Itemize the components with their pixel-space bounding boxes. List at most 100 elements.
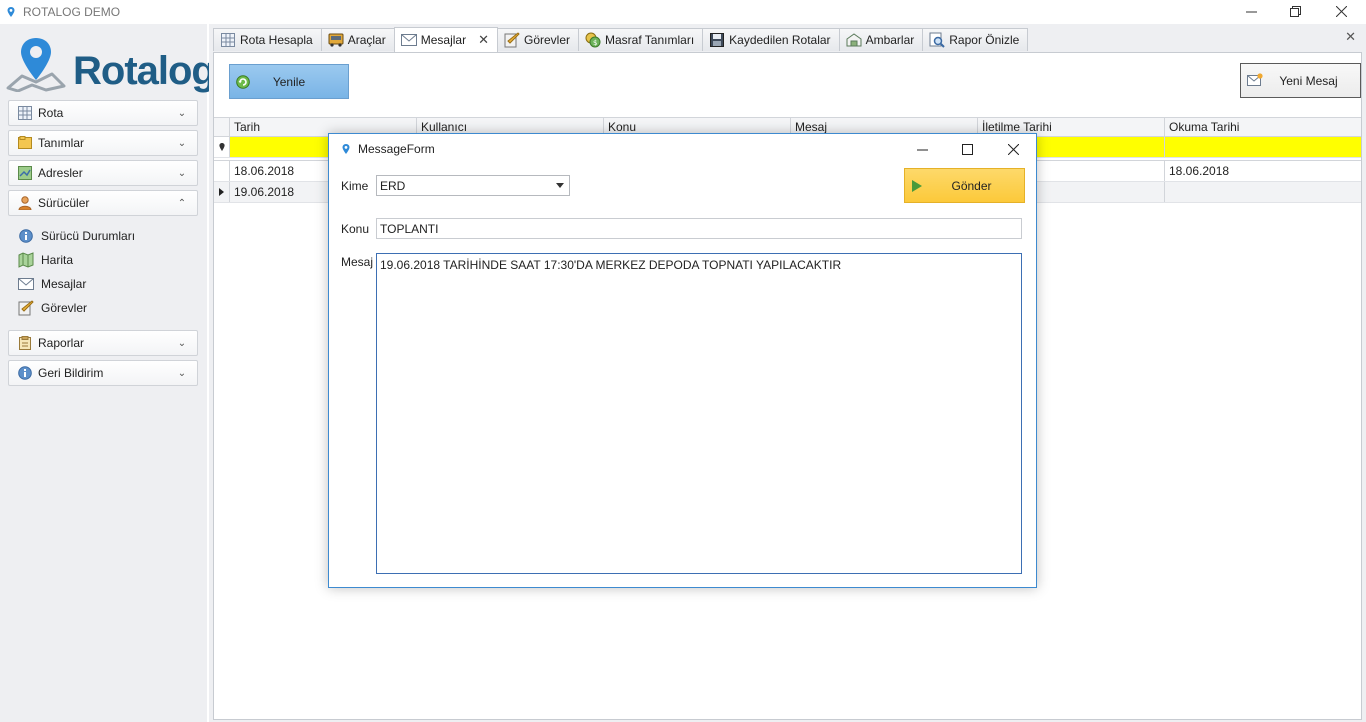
play-icon xyxy=(912,180,922,192)
message-label: Mesaj xyxy=(341,255,374,269)
minimize-icon xyxy=(916,149,928,150)
close-window-button[interactable] xyxy=(1318,0,1364,22)
tab-masraf-tanimlari[interactable]: $ Masraf Tanımları xyxy=(578,28,704,51)
sidebar-item-mesajlar[interactable]: Mesajlar xyxy=(18,274,86,294)
close-panel-icon[interactable]: ✕ xyxy=(1345,29,1356,45)
map-icon xyxy=(18,166,32,180)
row-selected-arrow-icon xyxy=(214,182,230,202)
chevron-down-icon: ⌄ xyxy=(177,337,187,349)
column-header-okuma-tarihi[interactable]: Okuma Tarihi xyxy=(1165,118,1361,136)
nav-group-label: Sürücüler xyxy=(38,196,90,210)
logo-text: Rotalog xyxy=(73,49,216,93)
maximize-icon xyxy=(961,143,973,155)
nav-group-suruculer[interactable]: Sürücüler ⌃ xyxy=(8,190,198,216)
sidebar: Rotalog Rota ⌄ Tanımlar ⌄ Adresler ⌄ Sür… xyxy=(0,24,216,722)
dialog-close-button[interactable] xyxy=(998,138,1028,160)
dropdown-arrow-icon[interactable] xyxy=(556,183,564,188)
nav-group-label: Tanımlar xyxy=(38,136,85,150)
recipient-select[interactable]: ERD xyxy=(376,175,570,196)
truck-icon xyxy=(328,32,344,48)
minimize-icon xyxy=(1245,11,1257,12)
sidebar-item-label: Mesajlar xyxy=(41,277,87,291)
nav-group-tanimlar[interactable]: Tanımlar ⌄ xyxy=(8,130,198,156)
filter-cell[interactable] xyxy=(1165,137,1361,157)
tab-strip: Rota Hesapla Araçlar Mesajlar ✕ Görevler… xyxy=(213,27,1029,52)
map-icon xyxy=(18,252,34,268)
tab-mesajlar[interactable]: Mesajlar ✕ xyxy=(393,27,498,52)
nav-group-rota[interactable]: Rota ⌄ xyxy=(8,100,198,126)
tab-label: Mesajlar xyxy=(420,33,467,47)
subject-label: Konu xyxy=(341,222,370,236)
nav-group-adresler[interactable]: Adresler ⌄ xyxy=(8,160,198,186)
dialog-minimize-button[interactable] xyxy=(907,138,937,160)
new-message-button[interactable]: Yeni Mesaj xyxy=(1240,63,1361,98)
envelope-icon xyxy=(400,32,417,48)
info-icon xyxy=(18,366,32,380)
chevron-down-icon: ⌄ xyxy=(177,367,187,379)
nav-group-label: Raporlar xyxy=(38,336,85,350)
chevron-down-icon: ⌄ xyxy=(177,167,187,179)
svg-text:$: $ xyxy=(593,39,597,47)
nav-group-label: Geri Bildirim xyxy=(38,366,104,380)
tab-rapor-onizle[interactable]: Rapor Önizle xyxy=(922,28,1029,51)
sidebar-item-label: Harita xyxy=(41,253,74,267)
close-icon xyxy=(1007,143,1019,155)
tab-label: Araçlar xyxy=(347,33,386,47)
cell-okuma-tarihi[interactable] xyxy=(1165,182,1361,202)
message-form-dialog: MessageForm Kime ERD Gönder Konu TOPLANT… xyxy=(328,133,1037,588)
recipient-value: ERD xyxy=(380,178,406,193)
refresh-button[interactable]: Yenile xyxy=(229,64,349,99)
driver-icon xyxy=(18,196,32,210)
filter-pin-icon xyxy=(214,137,230,157)
task-icon xyxy=(504,32,520,48)
sidebar-item-gorevler[interactable]: Görevler xyxy=(18,298,87,318)
tab-label: Kaydedilen Rotalar xyxy=(729,33,831,47)
cell-okuma-tarihi[interactable]: 18.06.2018 xyxy=(1165,161,1361,181)
tab-label: Görevler xyxy=(524,33,571,47)
tab-ambarlar[interactable]: Ambarlar xyxy=(838,28,924,51)
sidebar-item-surucu-durumlari[interactable]: Sürücü Durumları xyxy=(18,226,135,246)
envelope-icon xyxy=(18,276,34,292)
tab-label: Ambarlar xyxy=(865,33,915,47)
new-message-icon xyxy=(1247,73,1263,86)
tab-rota-hesapla[interactable]: Rota Hesapla xyxy=(213,28,322,51)
app-pin-icon xyxy=(342,144,350,154)
minimize-button[interactable] xyxy=(1228,0,1274,22)
tab-label: Rota Hesapla xyxy=(240,33,313,47)
chevron-up-icon: ⌃ xyxy=(177,197,187,209)
task-icon xyxy=(18,300,34,316)
coins-icon: $ xyxy=(585,32,601,48)
send-button[interactable]: Gönder xyxy=(904,168,1025,203)
tab-kaydedilen-rotalar[interactable]: Kaydedilen Rotalar xyxy=(702,28,840,51)
nav-group-label: Rota xyxy=(38,106,64,120)
app-logo: Rotalog xyxy=(6,32,216,93)
dialog-maximize-button[interactable] xyxy=(952,138,982,160)
logo-pin-icon xyxy=(6,38,66,92)
nav-group-geri-bildirim[interactable]: Geri Bildirim ⌄ xyxy=(8,360,198,386)
chevron-down-icon: ⌄ xyxy=(177,137,187,149)
app-pin-icon xyxy=(7,7,15,17)
close-tab-icon[interactable]: ✕ xyxy=(478,32,489,48)
warehouse-icon xyxy=(846,32,862,48)
nav-group-label: Adresler xyxy=(38,166,83,180)
refresh-icon xyxy=(236,75,250,89)
window-titlebar: ROTALOG DEMO xyxy=(0,0,1366,24)
to-label: Kime xyxy=(341,179,369,193)
nav-group-raporlar[interactable]: Raporlar ⌄ xyxy=(8,330,198,356)
message-textarea[interactable]: 19.06.2018 TARİHİNDE SAAT 17:30'DA MERKE… xyxy=(376,253,1022,574)
tab-gorevler[interactable]: Görevler xyxy=(497,28,580,51)
tab-label: Masraf Tanımları xyxy=(605,33,695,47)
subject-input[interactable]: TOPLANTI xyxy=(376,218,1022,239)
close-icon xyxy=(1335,5,1347,17)
tab-araclar[interactable]: Araçlar xyxy=(320,28,395,51)
folder-icon xyxy=(18,136,32,150)
save-icon xyxy=(709,32,725,48)
sidebar-item-label: Görevler xyxy=(41,301,88,315)
restore-button[interactable] xyxy=(1272,0,1318,22)
preview-icon xyxy=(929,32,945,48)
header-indicator xyxy=(214,118,230,136)
window-title: ROTALOG DEMO xyxy=(23,5,121,19)
sidebar-item-harita[interactable]: Harita xyxy=(18,250,73,270)
clipboard-icon xyxy=(18,336,32,350)
dialog-title: MessageForm xyxy=(358,142,435,156)
